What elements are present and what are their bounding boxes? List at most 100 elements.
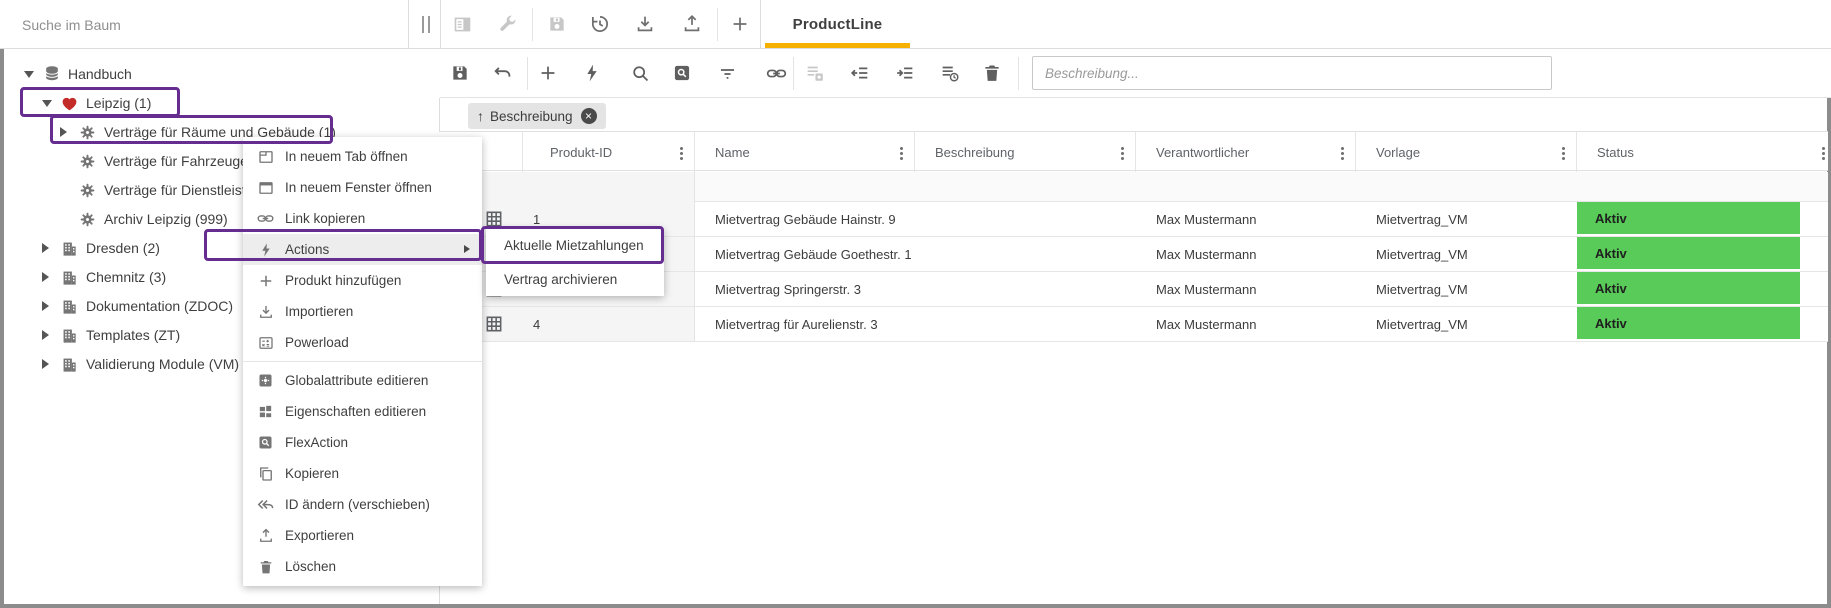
menu-item-change-id[interactable]: ID ändern (verschieben) [243,489,482,520]
export-button[interactable] [678,10,706,38]
header-vorlage[interactable]: Vorlage [1356,132,1577,172]
submenu-item-vertrag-archivieren[interactable]: Vertrag archivieren [486,262,664,296]
menu-item-open-tab[interactable]: In neuem Tab öffnen [243,141,482,172]
expander[interactable] [60,127,78,137]
tree-item-label: Archiv Leipzig (999) [104,211,228,227]
expander[interactable] [42,243,60,253]
separator [527,57,528,90]
cell-verantwortlicher: Max Mustermann [1156,237,1256,271]
menu-item-add-product[interactable]: Produkt hinzufügen [243,265,482,296]
tree-item-label: Dokumentation (ZDOC) [86,298,233,314]
toolbar-border [440,97,1831,98]
form-view-button[interactable] [448,10,476,38]
header-status[interactable]: Status [1577,132,1800,172]
header-produkt-id[interactable]: Produkt-ID [523,132,695,172]
table-filter-row[interactable] [439,172,1828,202]
chevron-right-icon [42,272,49,282]
link-button[interactable] [762,59,790,87]
menu-item-label: Link kopieren [285,211,365,226]
menu-item-flexaction[interactable]: FlexAction [243,427,482,458]
undo-button[interactable] [489,59,517,87]
menu-item-label: Powerload [285,335,349,350]
chevron-right-icon [42,301,49,311]
menu-item-actions[interactable]: Actions [243,234,482,265]
save-icon [450,63,470,83]
database-icon [42,64,68,84]
menu-item-powerload[interactable]: Powerload [243,327,482,358]
expander[interactable] [42,100,60,107]
menu-item-open-window[interactable]: In neuem Fenster öffnen [243,172,482,203]
menu-item-edit-global-attributes[interactable]: Globalattribute editieren [243,365,482,396]
add-tab-button[interactable] [726,10,754,38]
cell-vorlage: Mietvertrag_VM [1376,307,1468,341]
tab-productline[interactable]: ProductLine [765,0,910,48]
copy-icon [256,464,275,483]
flexaction-search-button[interactable] [668,59,696,87]
menu-item-export[interactable]: Exportieren [243,520,482,551]
menu-item-label: ID ändern (verschieben) [285,497,430,512]
submenu-item-aktuelle-mietzahlungen[interactable]: Aktuelle Mietzahlungen [486,228,664,262]
header-beschreibung[interactable]: Beschreibung [915,132,1136,172]
gear-square-icon [256,371,275,390]
active-tab-indicator [765,43,910,48]
menu-item-copy-link[interactable]: Link kopieren [243,203,482,234]
filter-icon [717,63,738,84]
tree-item-label: Leipzig (1) [86,95,151,111]
open-window-icon [256,178,275,197]
search-button[interactable] [626,59,654,87]
expander[interactable] [42,272,60,282]
menu-item-edit-properties[interactable]: Eigenschaften editieren [243,396,482,427]
save-rows-button[interactable] [801,59,829,87]
actions-bolt-button[interactable] [578,59,606,87]
save-table-button[interactable] [446,59,474,87]
expander[interactable] [42,359,60,369]
history-button[interactable] [586,10,614,38]
menu-item-label: Importieren [285,304,353,319]
panel-drag-handle[interactable] [422,16,432,33]
expander[interactable] [42,301,60,311]
table-row[interactable]: 4 Mietvertrag für Aurelienstr. 3 Max Mus… [439,307,1828,342]
column-menu-icon[interactable] [900,147,903,150]
separator [1018,57,1019,90]
expander[interactable] [24,71,42,78]
tree-item-label: Templates (ZT) [86,327,180,343]
expander[interactable] [42,330,60,340]
column-menu-icon[interactable] [680,147,683,150]
rows-history-button[interactable] [936,59,964,87]
description-filter-input[interactable] [1032,56,1552,90]
column-menu-icon[interactable] [1562,147,1565,150]
indent-button[interactable] [891,59,919,87]
app-window: ProductLine Handbuch Leipzig (1) [0,0,1831,608]
filter-button[interactable] [713,59,741,87]
add-row-button[interactable] [534,59,562,87]
search-icon [630,63,651,84]
save-icon [547,14,567,34]
header-verantwortlicher[interactable]: Verantwortlicher [1136,132,1356,172]
delete-row-button[interactable] [978,59,1006,87]
save-layout-button[interactable] [543,10,571,38]
cell-vorlage: Mietvertrag_VM [1376,272,1468,306]
outdent-icon [849,62,871,84]
tree-item-handbuch[interactable]: Handbuch [0,60,435,88]
status-badge: Aktiv [1577,237,1800,269]
menu-item-import[interactable]: Importieren [243,296,482,327]
column-menu-icon[interactable] [1121,147,1124,150]
settings-wrench-button[interactable] [493,10,521,38]
column-menu-icon[interactable] [1822,147,1825,150]
sort-chip-beschreibung[interactable]: ↑ Beschreibung × [468,103,606,129]
outdent-button[interactable] [846,59,874,87]
grid-icon[interactable] [484,307,504,341]
powerload-icon [256,333,275,352]
cell-vorlage: Mietvertrag_VM [1376,237,1468,271]
menu-item-delete[interactable]: Löschen [243,551,482,582]
menu-item-copy[interactable]: Kopieren [243,458,482,489]
chip-remove-icon[interactable]: × [581,108,597,124]
building-icon [60,239,86,258]
tree-search-input[interactable] [4,4,408,45]
tree-item-leipzig[interactable]: Leipzig (1) [0,89,435,117]
header-label: Vorlage [1376,145,1420,160]
column-menu-icon[interactable] [1341,147,1344,150]
header-name[interactable]: Name [695,132,915,172]
download-icon [256,302,275,321]
import-button[interactable] [631,10,659,38]
